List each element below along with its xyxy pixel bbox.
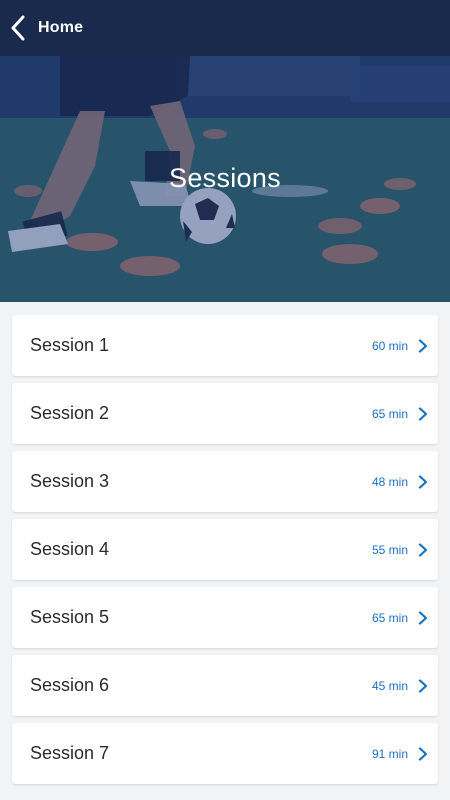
session-name: Session 5 — [30, 607, 110, 627]
chevron-right-icon — [418, 338, 428, 353]
chevron-left-icon — [10, 15, 26, 41]
back-label: Home — [38, 19, 84, 36]
session-name: Session 1 — [30, 335, 110, 355]
hero-banner: Sessions — [0, 56, 450, 302]
session-duration: 55 min — [371, 542, 408, 557]
chevron-right-icon — [418, 474, 428, 489]
session-list: Session 1 60 min Session 2 65 min Sessio… — [12, 315, 438, 791]
session-name: Session 7 — [30, 743, 110, 763]
session-duration: 45 min — [371, 678, 408, 693]
back-button[interactable]: Home — [10, 0, 83, 56]
list-item-session-4[interactable]: Session 4 55 min — [12, 519, 438, 580]
session-name: Session 6 — [30, 675, 110, 695]
chevron-right-icon — [418, 678, 428, 693]
chevron-right-icon — [418, 406, 428, 421]
session-duration: 65 min — [371, 406, 408, 421]
chevron-right-icon — [418, 746, 428, 761]
list-item-session-7[interactable]: Session 7 91 min — [12, 723, 438, 784]
session-duration: 60 min — [371, 338, 408, 353]
page-title: Sessions — [169, 163, 281, 193]
session-name: Session 2 — [30, 403, 110, 423]
session-duration: 65 min — [371, 610, 408, 625]
session-name: Session 3 — [30, 471, 110, 491]
session-duration: 91 min — [371, 746, 408, 761]
top-bar: Home — [0, 0, 450, 56]
list-item-session-1[interactable]: Session 1 60 min — [12, 315, 438, 376]
list-item-session-2[interactable]: Session 2 65 min — [12, 383, 438, 444]
chevron-right-icon — [418, 610, 428, 625]
chevron-right-icon — [418, 542, 428, 557]
session-name: Session 4 — [30, 539, 110, 559]
list-item-session-5[interactable]: Session 5 65 min — [12, 587, 438, 648]
list-item-session-6[interactable]: Session 6 45 min — [12, 655, 438, 716]
session-duration: 48 min — [371, 474, 408, 489]
list-item-session-3[interactable]: Session 3 48 min — [12, 451, 438, 512]
